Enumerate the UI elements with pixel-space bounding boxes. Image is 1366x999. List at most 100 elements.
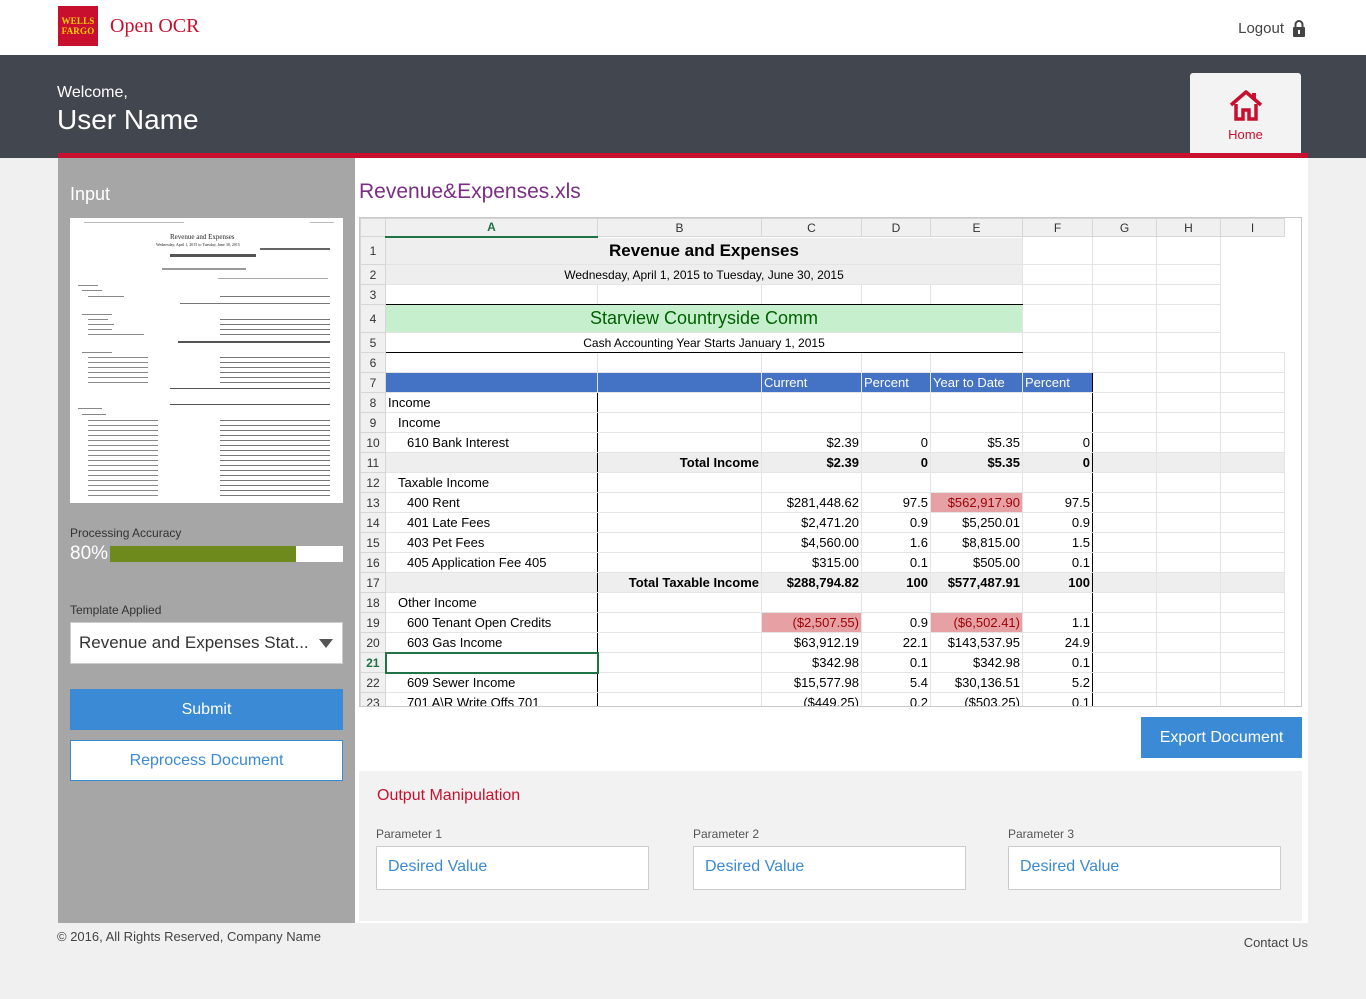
cell-a[interactable]: Taxable Income xyxy=(385,472,598,493)
row-number[interactable]: 14 xyxy=(360,512,386,533)
cell-e[interactable] xyxy=(930,392,1023,413)
row-number[interactable]: 5 xyxy=(360,332,386,353)
empty-cell[interactable] xyxy=(1156,572,1221,593)
logout-button[interactable]: Logout xyxy=(1238,20,1306,37)
empty-cell[interactable] xyxy=(1092,692,1157,706)
empty-cell[interactable] xyxy=(1092,472,1157,493)
cell-a[interactable] xyxy=(385,452,598,473)
cell-b[interactable]: Total Taxable Income xyxy=(597,572,762,593)
row-number[interactable]: 2 xyxy=(360,264,386,285)
spreadsheet-viewer[interactable]: A B C D E F G H I 1 Revenue and Expenses… xyxy=(359,217,1302,707)
cell-d[interactable]: 0 xyxy=(861,432,931,453)
cell-d[interactable]: 0.1 xyxy=(861,552,931,573)
empty-cell[interactable] xyxy=(1092,392,1157,413)
empty-cell[interactable] xyxy=(1156,692,1221,706)
cell-d[interactable] xyxy=(861,412,931,433)
column-header[interactable]: F xyxy=(1022,218,1093,237)
row-number[interactable]: 8 xyxy=(360,392,386,413)
empty-cell[interactable] xyxy=(1220,612,1285,633)
empty-cell[interactable] xyxy=(1156,392,1221,413)
cell-a[interactable]: 405 Application Fee 405 xyxy=(385,552,598,573)
cell-f[interactable] xyxy=(1022,412,1093,433)
cell-d[interactable]: 97.5 xyxy=(861,492,931,513)
column-header[interactable]: A xyxy=(385,218,598,238)
cell-d[interactable]: 0.9 xyxy=(861,512,931,533)
cell-c[interactable]: ($449.25) xyxy=(761,692,862,706)
cell-c[interactable]: $315.00 xyxy=(761,552,862,573)
cell-b[interactable]: Total Income xyxy=(597,452,762,473)
column-header[interactable]: G xyxy=(1092,218,1157,237)
row-number[interactable]: 21 xyxy=(360,652,386,673)
cell-e[interactable]: $5.35 xyxy=(930,432,1023,453)
cell-c[interactable] xyxy=(761,392,862,413)
cell-b[interactable] xyxy=(597,532,762,553)
cell-b[interactable] xyxy=(597,632,762,653)
row-number[interactable]: 12 xyxy=(360,472,386,493)
empty-cell[interactable] xyxy=(1220,572,1285,593)
cell-f[interactable]: 0.1 xyxy=(1022,652,1093,673)
cell-c[interactable]: $288,794.82 xyxy=(761,572,862,593)
sheet-company[interactable]: Starview Countryside Comm xyxy=(385,304,1023,333)
cell-e[interactable]: $5.35 xyxy=(930,452,1023,473)
column-label-current[interactable]: Current xyxy=(761,372,862,393)
empty-cell[interactable] xyxy=(1156,532,1221,553)
empty-cell[interactable] xyxy=(1156,632,1221,653)
cell-d[interactable]: 22.1 xyxy=(861,632,931,653)
cell-c[interactable]: ($2,507.55) xyxy=(761,612,862,633)
row-number[interactable]: 15 xyxy=(360,532,386,553)
cell-a[interactable]: 401 Late Fees xyxy=(385,512,598,533)
cell-e[interactable]: $342.98 xyxy=(930,652,1023,673)
cell-a[interactable]: 403 Pet Fees xyxy=(385,532,598,553)
cell-e[interactable]: $30,136.51 xyxy=(930,672,1023,693)
submit-button[interactable]: Submit xyxy=(70,689,343,730)
column-label-year-to-date[interactable]: Year to Date xyxy=(930,372,1023,393)
cell-f[interactable]: 24.9 xyxy=(1022,632,1093,653)
empty-cell[interactable] xyxy=(1092,492,1157,513)
cell-a[interactable] xyxy=(384,651,599,674)
cell-b[interactable] xyxy=(597,512,762,533)
empty-cell[interactable] xyxy=(1220,452,1285,473)
cell-c[interactable]: $342.98 xyxy=(761,652,862,673)
cell-e[interactable] xyxy=(930,472,1023,493)
reprocess-document-button[interactable]: Reprocess Document xyxy=(70,740,343,781)
empty-cell[interactable] xyxy=(1156,672,1221,693)
cell-a[interactable]: 400 Rent xyxy=(385,492,598,513)
cell-d[interactable] xyxy=(861,392,931,413)
empty-cell[interactable] xyxy=(1220,672,1285,693)
column-label-percent-ytd[interactable]: Percent xyxy=(1022,372,1093,393)
row-number[interactable]: 16 xyxy=(360,552,386,573)
empty-cell[interactable] xyxy=(1220,392,1285,413)
empty-cell[interactable] xyxy=(1092,652,1157,673)
empty-cell[interactable] xyxy=(1156,552,1221,573)
cell-d[interactable]: 1.6 xyxy=(861,532,931,553)
select-all-corner[interactable] xyxy=(360,218,386,237)
empty-cell[interactable] xyxy=(1156,512,1221,533)
cell-e[interactable]: $577,487.91 xyxy=(930,572,1023,593)
row-number[interactable]: 20 xyxy=(360,632,386,653)
cell-b[interactable] xyxy=(597,412,762,433)
column-header[interactable]: D xyxy=(861,218,931,237)
row-number[interactable]: 17 xyxy=(360,572,386,593)
empty-cell[interactable] xyxy=(1220,552,1285,573)
parameter-3-input[interactable]: Desired Value xyxy=(1008,846,1281,890)
cell-b[interactable] xyxy=(597,612,762,633)
cell-c[interactable]: $15,577.98 xyxy=(761,672,862,693)
cell-b[interactable] xyxy=(597,652,762,673)
cell-b[interactable] xyxy=(597,492,762,513)
cell-b[interactable] xyxy=(597,472,762,493)
cell-b[interactable] xyxy=(597,432,762,453)
cell-f[interactable] xyxy=(1022,392,1093,413)
cell-d[interactable]: 0.9 xyxy=(861,612,931,633)
cell-c[interactable]: $63,912.19 xyxy=(761,632,862,653)
cell-f[interactable]: 1.5 xyxy=(1022,532,1093,553)
cell-d[interactable]: 100 xyxy=(861,572,931,593)
cell-f[interactable]: 1.1 xyxy=(1022,612,1093,633)
cell-e[interactable]: $8,815.00 xyxy=(930,532,1023,553)
cell-d[interactable]: 5.4 xyxy=(861,672,931,693)
empty-cell[interactable] xyxy=(1156,472,1221,493)
cell-a[interactable]: Other Income xyxy=(385,592,598,613)
row-number[interactable]: 3 xyxy=(360,284,386,305)
cell-f[interactable]: 0.1 xyxy=(1022,692,1093,706)
cell-f[interactable] xyxy=(1022,472,1093,493)
empty-cell[interactable] xyxy=(1092,672,1157,693)
